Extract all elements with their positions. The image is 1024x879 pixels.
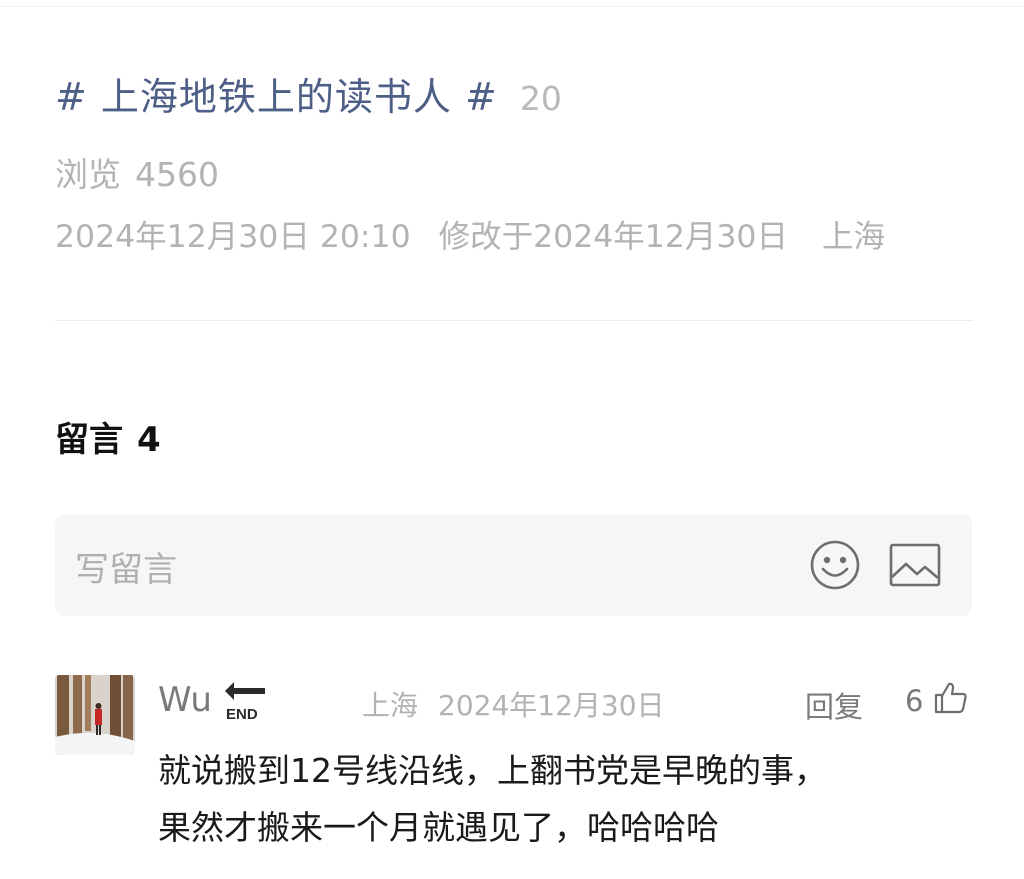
comment-username[interactable]: Wu [158, 680, 212, 720]
comment-input-box[interactable]: 写留言 [55, 514, 972, 616]
views-count: 4560 [135, 155, 219, 194]
comments-label: 留言 [55, 420, 123, 460]
comment-text: 就说搬到12号线沿线，上翻书党是早晚的事， 果然才搬来一个月就遇见了，哈哈哈哈 [158, 742, 988, 856]
comments-header: 留言 4 [55, 412, 161, 461]
views-info: 浏览 4560 [55, 148, 219, 196]
image-picture-icon[interactable] [889, 543, 941, 587]
svg-text:END: END [226, 706, 258, 722]
reply-button[interactable]: 回复 [805, 684, 863, 726]
topic-header: # 上海地铁上的读书人 # 20 [55, 66, 562, 121]
section-divider [55, 320, 973, 321]
topic-title-link[interactable]: # 上海地铁上的读书人 # [55, 66, 498, 121]
comment-location: 上海 [362, 689, 419, 722]
publish-time: 2024年12月30日 20:10 [55, 219, 411, 255]
post-meta: 2024年12月30日 20:10 修改于2024年12月30日 上海 [55, 211, 885, 257]
views-label: 浏览 [55, 155, 121, 194]
comment-date: 2024年12月30日 [438, 689, 665, 722]
comment-line: 就说搬到12号线沿线，上翻书党是早晚的事， [158, 751, 827, 790]
comment-line: 果然才搬来一个月就遇见了，哈哈哈哈 [158, 808, 719, 847]
comment-input-placeholder[interactable]: 写留言 [75, 542, 177, 591]
emoji-smile-icon[interactable] [809, 539, 861, 591]
end-arrow-icon: END [225, 682, 265, 722]
topic-count: 20 [519, 79, 562, 118]
post-location: 上海 [821, 219, 885, 255]
avatar[interactable] [55, 675, 135, 755]
thumbs-up-icon[interactable] [934, 681, 968, 715]
comments-count: 4 [137, 420, 161, 460]
top-divider [0, 6, 1024, 7]
like-count: 6 [905, 684, 924, 718]
modified-time: 修改于2024年12月30日 [438, 219, 788, 255]
